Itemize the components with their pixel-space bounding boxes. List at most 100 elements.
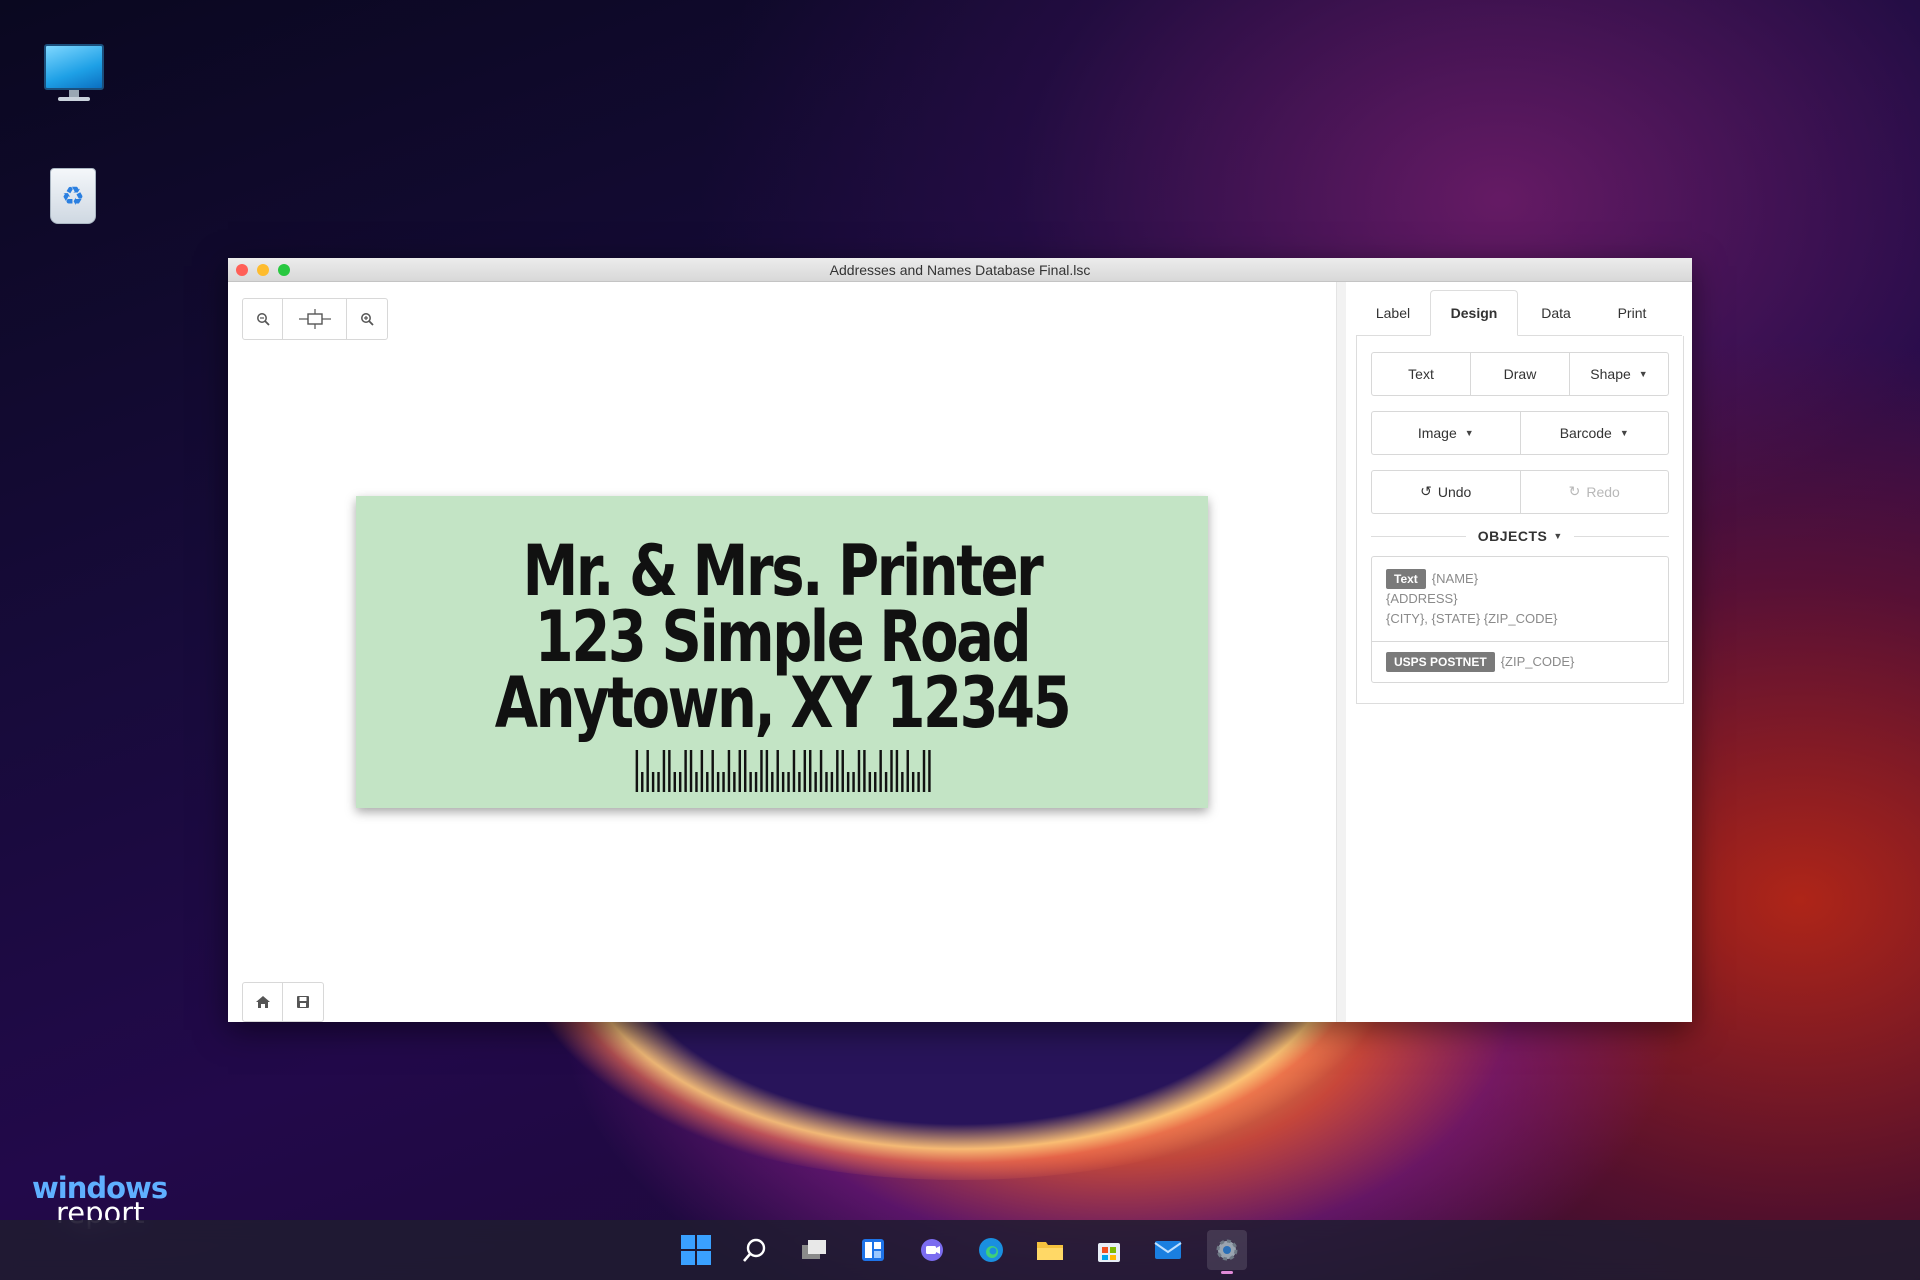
caret-down-icon: ▼ — [1553, 531, 1563, 541]
barcode-bar — [868, 772, 872, 792]
barcode-bar — [852, 772, 855, 792]
home-icon[interactable] — [243, 983, 283, 1021]
start-icon[interactable] — [676, 1230, 716, 1270]
panel-divider[interactable] — [1336, 282, 1346, 1022]
image-dropdown-label: Image — [1417, 425, 1457, 441]
barcode-bar — [895, 750, 899, 792]
barcode-bar — [836, 750, 839, 792]
barcode-bar — [911, 772, 915, 792]
redo-button[interactable]: ↻ Redo — [1521, 471, 1669, 513]
barcode-bar — [846, 772, 850, 792]
barcode-bar — [863, 750, 866, 792]
zoom-in-icon[interactable] — [347, 299, 387, 339]
barcode-bar — [700, 750, 704, 792]
redo-button-label: Redo — [1586, 484, 1620, 500]
barcode-bar — [776, 750, 779, 792]
title-bar[interactable]: Addresses and Names Database Final.lsc — [228, 258, 1692, 282]
barcode-bar — [890, 750, 893, 792]
object-type-badge: USPS POSTNET — [1386, 652, 1495, 672]
barcode-dropdown[interactable]: Barcode ▼ — [1521, 412, 1669, 454]
barcode-bar — [798, 772, 801, 792]
app-window: Addresses and Names Database Final.lsc M… — [228, 258, 1692, 1022]
barcode-bar — [787, 772, 790, 792]
postnet-barcode[interactable] — [634, 750, 932, 792]
save-icon[interactable] — [283, 983, 323, 1021]
barcode-bar — [743, 750, 747, 792]
caret-down-icon: ▼ — [1464, 428, 1474, 438]
label-city-line[interactable]: Anytown, XY 12345 — [441, 668, 1123, 738]
barcode-bar — [651, 772, 655, 792]
barcode-bar — [673, 772, 676, 792]
objects-list: Text {NAME} {ADDRESS} {CITY}, {STATE} {ZI… — [1371, 556, 1669, 683]
barcode-bar — [711, 750, 714, 792]
image-dropdown[interactable]: Image ▼ — [1372, 412, 1521, 454]
tab-design[interactable]: Design — [1430, 290, 1518, 336]
barcode-bar — [803, 750, 807, 792]
barcode-bar — [809, 750, 812, 792]
fit-to-screen-icon[interactable] — [283, 299, 347, 339]
undo-button-label: Undo — [1437, 484, 1472, 500]
object-field-city: {CITY}, {STATE} {ZIP_CODE} — [1386, 611, 1558, 626]
window-title: Addresses and Names Database Final.lsc — [829, 262, 1091, 278]
text-button[interactable]: Text — [1372, 353, 1471, 395]
mail-icon[interactable] — [1148, 1230, 1188, 1270]
barcode-bar — [825, 772, 828, 792]
draw-button[interactable]: Draw — [1471, 353, 1570, 395]
barcode-bar — [819, 750, 823, 792]
barcode-bar — [874, 772, 877, 792]
barcode-bar — [901, 772, 904, 792]
task-view-icon[interactable] — [794, 1230, 834, 1270]
barcode-bar — [771, 772, 774, 792]
barcode-bar — [922, 750, 926, 792]
bottom-toolbar — [242, 982, 324, 1022]
design-canvas[interactable]: Mr. & Mrs. Printer 123 Simple Road Anyto… — [228, 282, 1336, 1022]
barcode-bar — [917, 772, 920, 792]
tab-data[interactable]: Data — [1518, 290, 1594, 336]
barcode-bar — [906, 750, 909, 792]
barcode-bar — [641, 772, 644, 792]
file-explorer-icon[interactable] — [1030, 1230, 1070, 1270]
barcode-bar — [662, 750, 666, 792]
recycle-bin-desktop-icon[interactable]: ♻ — [42, 160, 106, 224]
list-item-text-object[interactable]: Text {NAME} {ADDRESS} {CITY}, {STATE} {ZI… — [1372, 557, 1668, 641]
list-item-barcode-object[interactable]: USPS POSTNET {ZIP_CODE} — [1372, 641, 1668, 682]
barcode-bar — [657, 772, 660, 792]
insert-tools-row: Text Draw Shape ▼ — [1371, 352, 1669, 396]
panel-tabs: Label Design Data Print — [1356, 290, 1682, 336]
zoom-out-icon[interactable] — [243, 299, 283, 339]
barcode-bar — [684, 750, 687, 792]
object-field-name: {NAME} — [1431, 571, 1479, 586]
objects-header[interactable]: OBJECTS ▼ — [1371, 526, 1670, 546]
chat-icon[interactable] — [912, 1230, 952, 1270]
redo-icon: ↻ — [1568, 484, 1581, 500]
object-field-address: {ADDRESS} — [1386, 591, 1458, 606]
settings-gear-icon[interactable] — [1207, 1230, 1247, 1274]
barcode-bar — [689, 750, 693, 792]
caret-down-icon: ▼ — [1638, 369, 1648, 379]
zoom-toolbar — [242, 298, 388, 340]
undo-icon: ↺ — [1420, 484, 1432, 500]
this-pc-desktop-icon[interactable] — [42, 42, 106, 106]
barcode-bar — [727, 750, 731, 792]
object-type-badge: Text — [1386, 569, 1426, 589]
tab-label[interactable]: Label — [1356, 290, 1430, 336]
store-icon[interactable] — [1089, 1230, 1129, 1270]
barcode-bar — [841, 750, 844, 792]
address-label-preview[interactable]: Mr. & Mrs. Printer 123 Simple Road Anyto… — [356, 496, 1208, 808]
shape-dropdown[interactable]: Shape ▼ — [1570, 353, 1668, 395]
barcode-bar — [733, 772, 736, 792]
barcode-bar — [635, 750, 639, 792]
search-icon[interactable] — [735, 1230, 775, 1270]
edge-browser-icon[interactable] — [971, 1230, 1011, 1270]
design-tools-box: Text Draw Shape ▼ Image ▼ Barcode ▼ ↺ Undo ↻… — [1356, 336, 1684, 704]
history-row: ↺ Undo ↻ Redo — [1371, 470, 1669, 514]
barcode-bar — [646, 750, 649, 792]
undo-button[interactable]: ↺ Undo — [1372, 471, 1521, 513]
barcode-bar — [749, 772, 752, 792]
tab-print[interactable]: Print — [1594, 290, 1670, 336]
widgets-icon[interactable] — [853, 1230, 893, 1270]
barcode-bar — [668, 750, 671, 792]
barcode-bar — [884, 772, 888, 792]
objects-header-label: OBJECTS — [1477, 528, 1548, 544]
barcode-bar — [754, 772, 758, 792]
